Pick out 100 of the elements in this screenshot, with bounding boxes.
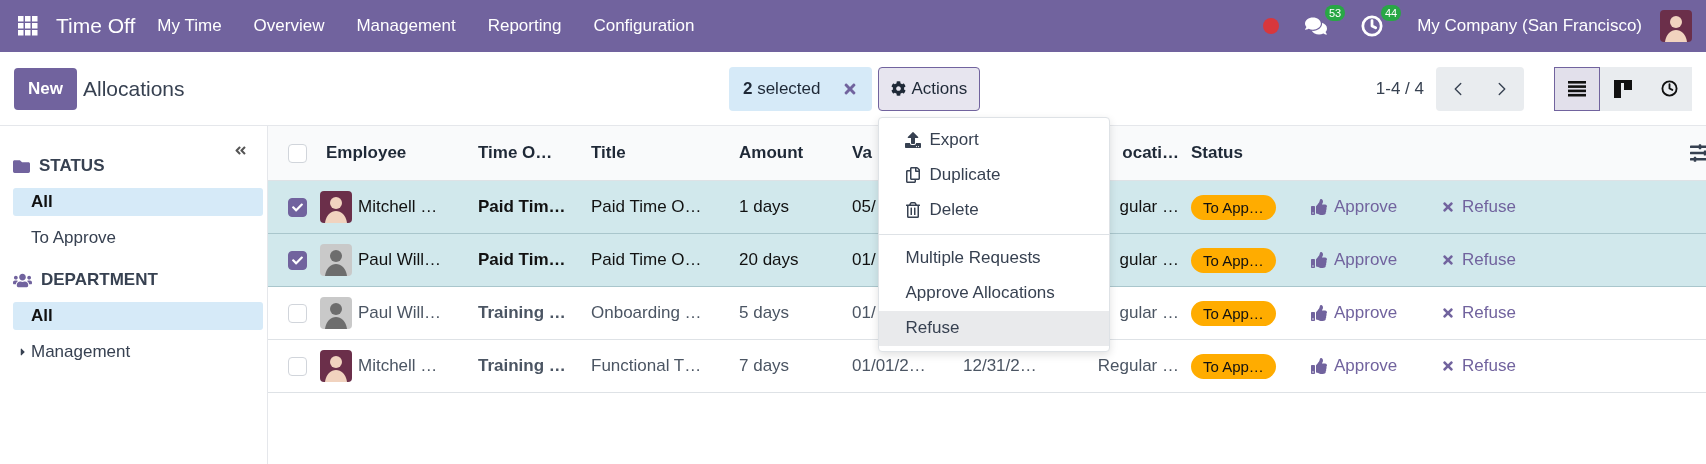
table-cell-text: Regular … [1096,356,1180,376]
menu-item[interactable]: Refuse [879,310,1110,346]
table-cell-text: 01/01/2… [851,356,927,376]
gear-icon [891,81,907,96]
table-cell-text: Paid Time O… [590,250,703,270]
refuse-button[interactable]: Refuse [1435,197,1522,217]
section-title: STATUS [39,156,105,176]
thumbs-up-icon [1311,305,1327,321]
table-cell-text: Training … [477,303,567,323]
clock-icon [1660,80,1678,97]
count-badge: 44 [1380,5,1402,21]
pager-range: 1-4 / 4 [1375,78,1424,99]
kanban-icon [1614,79,1632,98]
apps-menu-icon[interactable] [18,16,38,36]
selection-count: 2 selected [742,78,821,99]
status-badge: To App… [1191,300,1276,326]
column-header[interactable]: Time O… [472,143,559,163]
approve-button[interactable]: Approve [1305,250,1404,270]
menu-item[interactable]: Duplicate [879,157,1110,193]
actions-button[interactable]: Actions [878,66,981,111]
check-icon [292,201,303,213]
collapse-icon[interactable] [234,144,247,157]
app-title[interactable]: Time Off [56,14,136,38]
breadcrumb: Allocations [82,76,186,101]
folder-icon [13,157,30,175]
thumbs-up-icon [1311,199,1327,215]
table-cell-text: 05/ [851,197,877,217]
employee-name: Mitchell … [358,356,438,376]
nav-menu-item[interactable]: My Time [157,16,222,36]
table-cell-text: Training … [477,356,567,376]
table-cell-text: gular … [1118,250,1180,270]
menu-item[interactable]: Approve Allocations [879,275,1110,311]
clock-icon[interactable] [1361,15,1384,37]
filter-item[interactable]: To Approve [13,224,263,252]
column-header[interactable]: ocati… [1116,143,1185,163]
nav-menu-item[interactable]: Overview [253,16,325,36]
upload-icon [905,132,922,148]
copy-icon [905,167,922,183]
table-cell-text: 01/ [851,303,877,323]
check-icon [292,254,303,266]
count-badge: 53 [1324,5,1346,21]
refuse-button[interactable]: Refuse [1435,303,1522,323]
filter-item[interactable]: All [13,302,263,330]
close-icon [1441,306,1455,320]
approve-button[interactable]: Approve [1305,356,1404,376]
table-cell-text: 20 days [738,250,800,270]
employee-name: Paul Will… [358,303,442,323]
menu-item[interactable]: Export [879,122,1110,158]
filter-item[interactable]: All [13,188,263,216]
thumbs-up-icon [1311,252,1327,268]
employee-avatar [320,244,352,276]
new-button[interactable]: New [14,67,77,110]
checkbox[interactable] [288,197,307,217]
status-dot [1263,18,1280,34]
approve-button[interactable]: Approve [1305,197,1404,217]
table-cell-text: Paid Tim… [477,197,567,217]
table-cell-text: Paid Tim… [477,250,567,270]
table-cell-text: gular … [1118,197,1180,217]
menu-item[interactable]: Multiple Requests [879,240,1110,276]
employee-avatar [320,191,352,223]
column-header[interactable]: Title [585,143,632,163]
employee-avatar [320,297,352,329]
table-cell-text: Onboarding … [590,303,703,323]
user-avatar [1660,10,1692,42]
company-name[interactable]: My Company (San Francisco) [1417,16,1642,36]
column-header[interactable]: Employee [320,143,413,163]
nav-menu-item[interactable]: Management [356,16,456,36]
nav-menu-item[interactable]: Configuration [593,16,695,36]
chat-icon[interactable] [1305,15,1328,37]
thumbs-up-icon [1311,358,1327,374]
column-header[interactable]: Status [1185,143,1249,163]
close-icon [1441,253,1455,267]
menu-item[interactable]: Delete [879,192,1110,228]
table-cell-text: 5 days [738,303,791,323]
approve-button[interactable]: Approve [1305,303,1404,323]
trash-icon [905,202,922,218]
table-cell-text: Functional T… [590,356,703,376]
status-badge: To App… [1191,353,1276,379]
table-cell-text: Paid Time O… [590,197,703,217]
close-icon [1441,200,1455,214]
close-icon [1441,359,1455,373]
column-header[interactable]: Va [846,143,878,163]
sliders-icon[interactable] [1690,143,1706,163]
view-switch-button[interactable] [1554,66,1600,111]
table-cell-text: 7 days [738,356,791,376]
checkbox[interactable] [288,250,307,270]
filter-item[interactable]: Management [13,338,263,366]
status-badge: To App… [1191,247,1276,273]
nav-menu-item[interactable]: Reporting [487,16,562,36]
table-cell-text: gular … [1118,303,1180,323]
column-header[interactable]: Amount [733,143,810,163]
section-title: DEPARTMENT [41,270,158,290]
refuse-button[interactable]: Refuse [1435,250,1522,270]
table-cell-text: 1 days [738,197,791,217]
status-badge: To App… [1191,194,1276,220]
employee-avatar [320,350,352,382]
table-cell-text: 12/31/2… [962,356,1038,376]
refuse-button[interactable]: Refuse [1435,356,1522,376]
employee-name: Paul Will… [358,250,442,270]
employee-name: Mitchell … [358,197,438,217]
